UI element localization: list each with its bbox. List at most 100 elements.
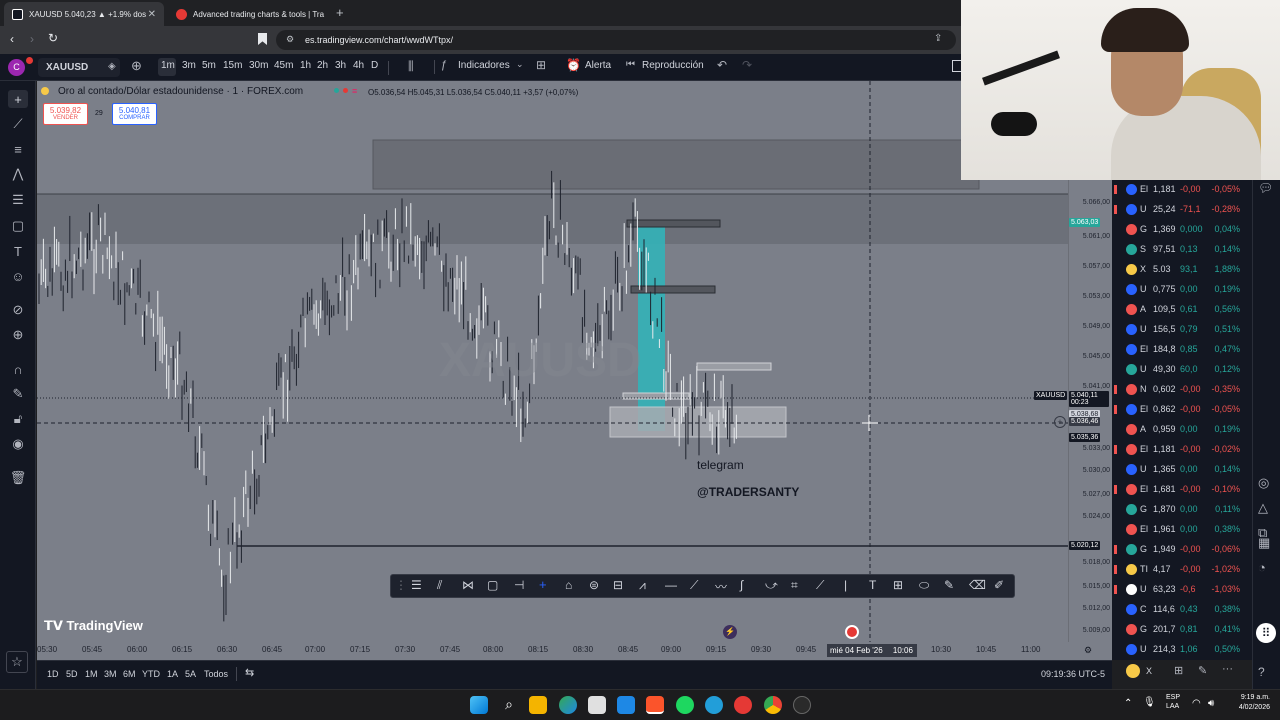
event-lightning-icon[interactable]: ⚡ xyxy=(723,625,737,639)
forward-arrow-icon[interactable]: › xyxy=(30,32,34,46)
range-5d[interactable]: 5D xyxy=(66,669,78,679)
lock-icon[interactable]: 🔓︎ xyxy=(8,410,28,428)
watchlist-row[interactable]: El 1,681 -0,00 -0,10% xyxy=(1112,480,1252,500)
horizontal-ray-icon[interactable]: ⊣ xyxy=(514,578,524,592)
alerts-triangle-icon[interactable]: △ xyxy=(1258,500,1268,516)
broadcast-icon[interactable]: ◔ xyxy=(1258,560,1266,575)
indicators-icon[interactable]: ƒ xyxy=(441,59,447,71)
watchlist-row[interactable]: G 1,369 0,000 0,04% xyxy=(1112,220,1252,240)
layout-icon[interactable]: ⊞ xyxy=(1174,664,1183,677)
watchlist-row[interactable]: A 0,959 0,00 0,19% xyxy=(1112,420,1252,440)
crosshair-tool-icon[interactable]: + xyxy=(8,90,28,108)
add-symbol-icon[interactable]: ⊕ xyxy=(131,58,142,74)
redo-icon[interactable]: ↷ xyxy=(742,58,752,72)
rectangle-tool-icon[interactable]: ▢ xyxy=(8,217,28,235)
more-options-icon[interactable]: ··· xyxy=(1222,663,1233,675)
chart-pane[interactable]: XAUUSD telegram @TRADERSANTY Oro al cont… xyxy=(37,81,1068,660)
candles-icon[interactable]: ⫼ xyxy=(408,59,414,74)
site-info-icon[interactable]: ⚙ xyxy=(286,34,294,45)
watchlist-row[interactable]: U 63,23 -0,6 -1,03% xyxy=(1112,580,1252,600)
timeframe-15m[interactable]: 15m xyxy=(223,60,242,71)
indicators-button[interactable]: Indicadores xyxy=(458,60,510,71)
tray-chevron-icon[interactable]: ⌃ xyxy=(1124,698,1132,709)
annotation-telegram[interactable]: telegram xyxy=(697,458,744,472)
terminal-icon[interactable] xyxy=(617,696,635,714)
tradingview-app-icon[interactable] xyxy=(734,696,752,714)
watchlist-row[interactable]: U 1,365 0,00 0,14% xyxy=(1112,460,1252,480)
callout-icon[interactable]: ⌂ xyxy=(565,578,572,592)
alarm-clock-icon[interactable]: ⏰ xyxy=(566,58,581,72)
watchlist-row[interactable]: El 1,181 -0,00 -0,05% xyxy=(1112,180,1252,200)
settings-gear-icon[interactable] xyxy=(793,696,811,714)
watchlist-row[interactable]: U 156,5 0,79 0,51% xyxy=(1112,320,1252,340)
file-explorer-icon[interactable] xyxy=(529,696,547,714)
brush-icon[interactable]: ⟋ xyxy=(816,578,824,593)
range-1d[interactable]: 1D xyxy=(47,669,59,679)
timeframe-45m[interactable]: 45m xyxy=(274,60,293,71)
range-6m[interactable]: 6M xyxy=(123,669,136,679)
vertical-line-icon[interactable]: | xyxy=(844,578,847,592)
replay-button[interactable]: Reproducción xyxy=(642,60,704,71)
channel-icon[interactable]: ⫽ xyxy=(437,578,442,593)
path-icon[interactable]: 〰 xyxy=(715,578,727,595)
date-range-icon[interactable]: ⇆ xyxy=(245,666,254,679)
user-avatar[interactable]: C xyxy=(8,59,25,76)
rectangle-icon[interactable]: ▢ xyxy=(487,578,498,592)
watchlist-row[interactable]: U 25,24 -71,1 -0,28% xyxy=(1112,200,1252,220)
watchlist-row[interactable]: C 114,6 0,43 0,38% xyxy=(1112,600,1252,620)
watchlist-row[interactable]: El 0,862 -0,00 -0,05% xyxy=(1112,400,1252,420)
undo-icon[interactable]: ↶ xyxy=(717,58,727,72)
tab-tradingview-active[interactable]: XAUUSD 5.040,23 ▲ +1.9% dos ✕ xyxy=(4,2,164,26)
watchlist-row[interactable]: G 1,870 0,00 0,11% xyxy=(1112,500,1252,520)
table-icon[interactable]: ⊞ xyxy=(893,578,903,592)
share-icon[interactable]: ⇪ xyxy=(934,33,942,44)
menu-icon[interactable]: ≡ xyxy=(352,86,357,96)
watchlist-row[interactable]: G 201,7 0,81 0,41% xyxy=(1112,620,1252,640)
url-field[interactable]: ⚙ es.tradingview.com/chart/wwdWTtpx/ ⇪ xyxy=(276,30,956,50)
grid-icon[interactable]: ⌗ xyxy=(791,578,798,593)
zoom-icon[interactable]: ⊕ xyxy=(8,326,28,344)
pencil-icon[interactable]: ✎ xyxy=(944,578,954,592)
layout-grid-icon[interactable]: ⊞ xyxy=(536,58,546,72)
calendar-icon[interactable]: ▦ xyxy=(1258,535,1270,551)
trendline-tool-icon[interactable]: ⟋ xyxy=(8,115,28,133)
buy-button[interactable]: 5.040,81 COMPRAR xyxy=(112,103,157,125)
range-5a[interactable]: 5A xyxy=(185,669,196,679)
range-1a[interactable]: 1A xyxy=(167,669,178,679)
visibility-icon[interactable]: ◉ xyxy=(8,435,28,453)
watchlist-row[interactable]: G 1,949 -0,00 -0,06% xyxy=(1112,540,1252,560)
tab-tradingview[interactable]: Advanced trading charts & tools | Tra xyxy=(168,2,328,26)
watchlist-row[interactable]: U 49,30 60,0 0,12% xyxy=(1112,360,1252,380)
target-icon[interactable]: ◎ xyxy=(1258,475,1269,491)
watchlist-row[interactable]: El 184,8 0,85 0,47% xyxy=(1112,340,1252,360)
trend-line-icon[interactable]: ⟋ xyxy=(690,578,698,593)
curve-icon[interactable]: ∫ xyxy=(740,578,743,592)
watchlist-row[interactable]: A 109,5 0,61 0,56% xyxy=(1112,300,1252,320)
chevron-down-icon[interactable]: ⌄ xyxy=(516,59,524,70)
timeframe-1m[interactable]: 1m xyxy=(161,60,175,71)
edit-icon[interactable]: ✎ xyxy=(1198,664,1207,677)
system-clock[interactable]: 9:19 a.m. 4/02/2026 xyxy=(1230,693,1270,713)
text-icon[interactable]: T xyxy=(869,578,876,592)
pattern-tool-icon[interactable]: ⋀ xyxy=(8,165,28,183)
watchlist-row[interactable]: El 1,181 -0,00 -0,02% xyxy=(1112,440,1252,460)
volume-icon[interactable]: 🔊︎ xyxy=(1208,698,1214,709)
text-tool-icon[interactable]: T xyxy=(8,242,28,260)
arc-icon[interactable]: ⤻ xyxy=(765,578,778,593)
lock-drawing-icon[interactable]: ✎ xyxy=(8,385,28,403)
compare-icon[interactable]: ◈ xyxy=(108,61,116,72)
horizontal-line-icon[interactable]: — xyxy=(665,578,677,592)
zigzag-icon[interactable]: ⩘ xyxy=(639,578,646,593)
range-ytd[interactable]: YTD xyxy=(142,669,160,679)
timeframe-5m[interactable]: 5m xyxy=(202,60,216,71)
timeframe-2h[interactable]: 2h xyxy=(317,60,328,71)
chat-icon[interactable]: 💬︎ xyxy=(1258,181,1273,195)
new-tab-button[interactable]: + xyxy=(336,5,344,20)
telegram-icon[interactable] xyxy=(705,696,723,714)
reload-icon[interactable]: ↻ xyxy=(48,31,58,45)
watchlist-row[interactable]: N 0,602 -0,00 -0,35% xyxy=(1112,380,1252,400)
legend-title[interactable]: Oro al contado/Dólar estadounidense · 1 … xyxy=(58,86,303,97)
annotation-handle[interactable]: @TRADERSANTY xyxy=(697,485,799,499)
magnet-icon[interactable]: ∩ xyxy=(8,360,28,378)
highlighter-icon[interactable]: ✐ xyxy=(994,578,1004,592)
